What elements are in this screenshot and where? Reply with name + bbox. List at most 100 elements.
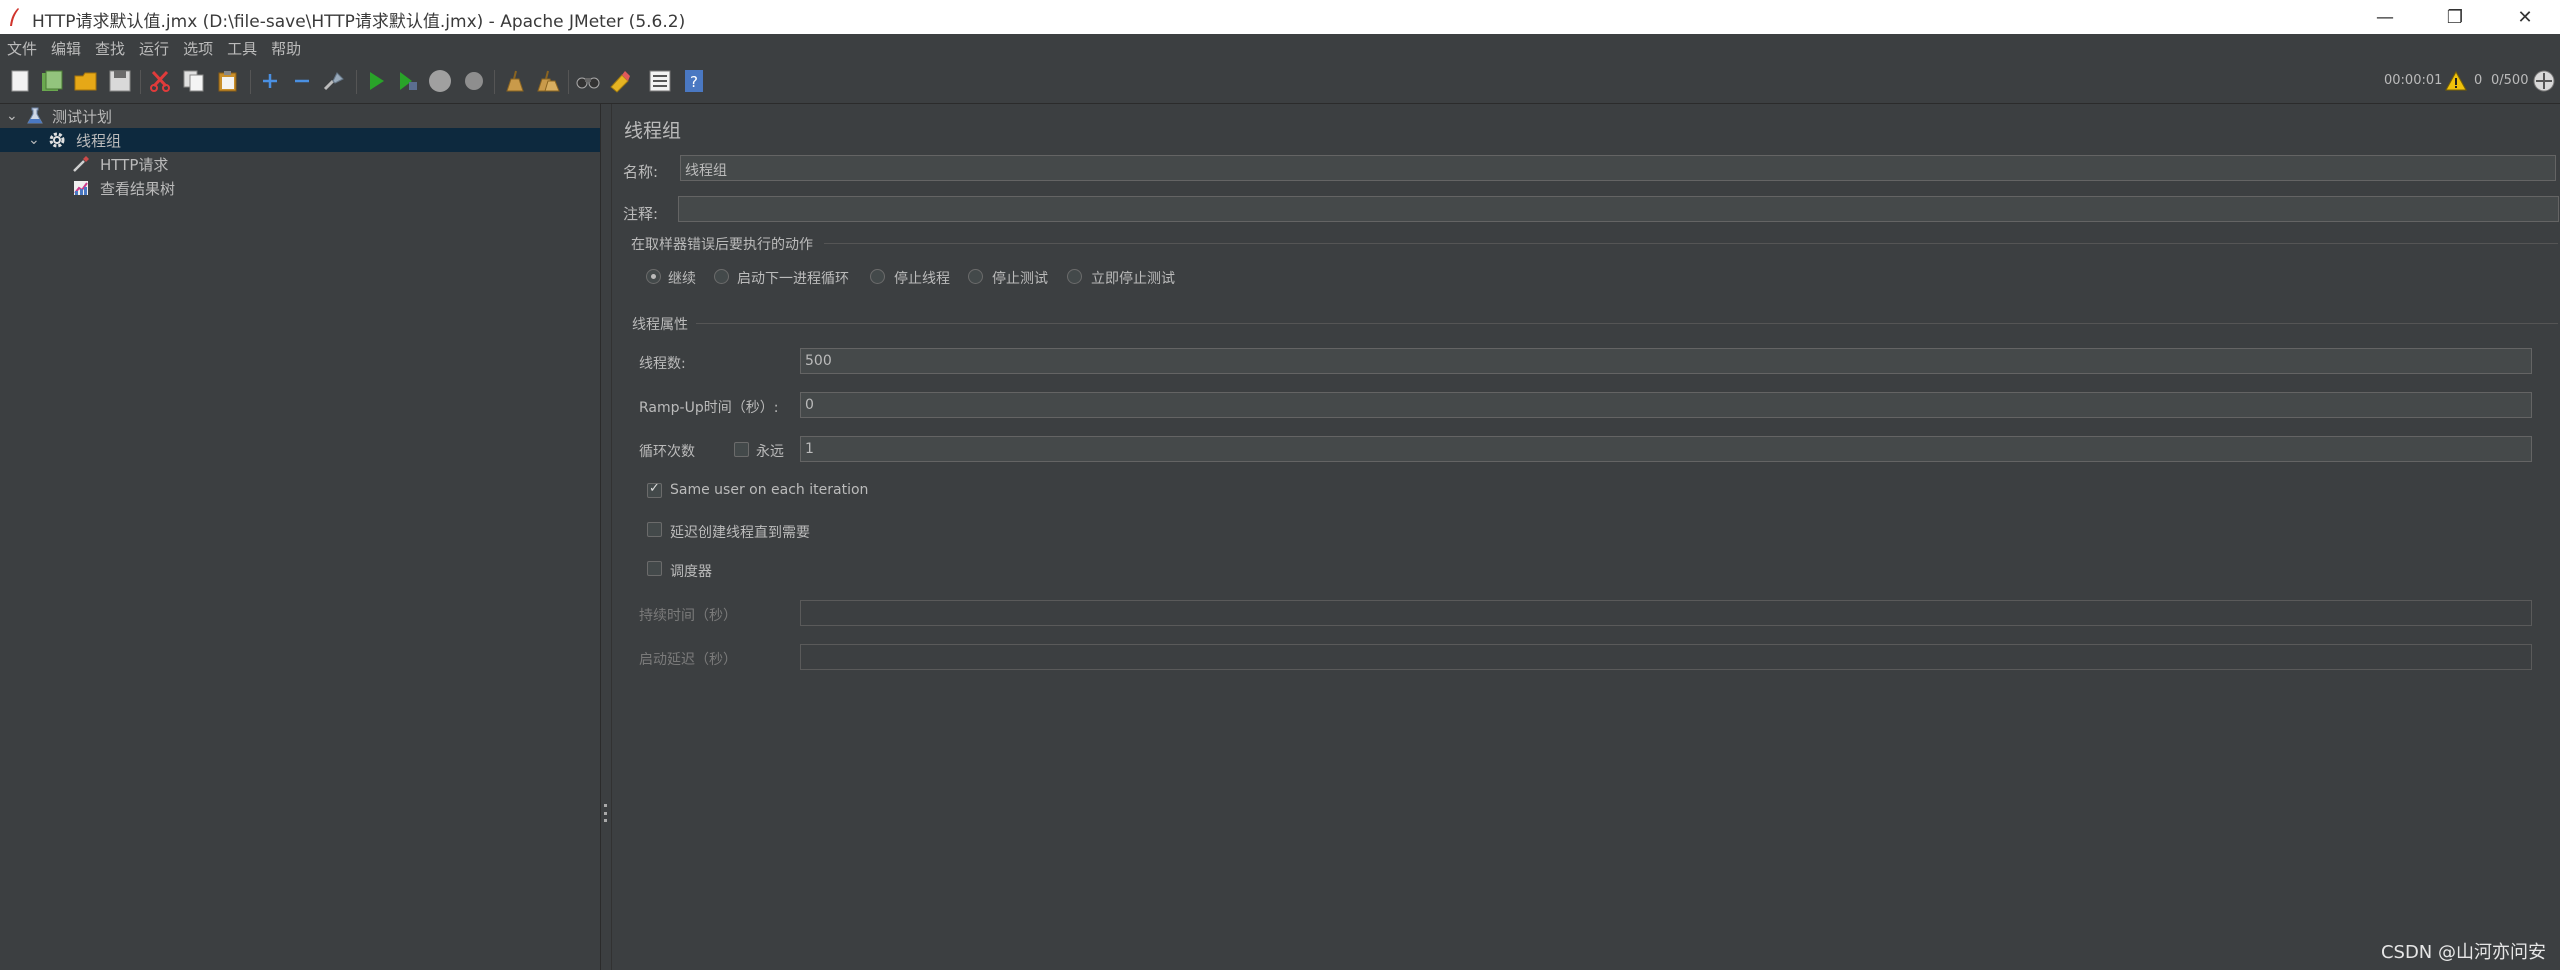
shutdown-icon — [465, 72, 483, 90]
panel-title: 线程组 — [624, 120, 682, 142]
panel-splitter[interactable] — [601, 104, 612, 970]
tree-item-label: 测试计划 — [52, 107, 113, 126]
radio-stop-test-now-label: 立即停止测试 — [1091, 271, 1175, 287]
active-threads: 0/500 — [2491, 73, 2529, 88]
warning-icon[interactable] — [2445, 71, 2467, 91]
remote-globe-icon[interactable] — [2533, 70, 2555, 92]
radio-continue[interactable] — [646, 269, 661, 284]
same-user-checkbox[interactable] — [647, 481, 662, 498]
radio-continue-label: 继续 — [668, 271, 696, 287]
clear-all-button[interactable] — [534, 67, 562, 95]
name-label: 名称: — [623, 163, 659, 181]
clear-button[interactable] — [500, 67, 528, 95]
flask-icon — [27, 107, 43, 124]
paste-icon — [218, 71, 237, 92]
stop-icon — [429, 70, 451, 92]
toolbar-separator — [250, 70, 251, 94]
tree-item-http-request[interactable]: HTTP请求 — [0, 152, 600, 176]
toolbar-separator — [356, 70, 357, 94]
collapse-all-button[interactable] — [288, 67, 316, 95]
reset-search-button[interactable] — [606, 67, 634, 95]
rampup-field[interactable]: 0 — [800, 392, 2532, 418]
help-button[interactable]: ? — [680, 67, 708, 95]
group-divider — [696, 323, 2558, 324]
play-icon — [370, 72, 384, 90]
reset-search-icon — [610, 71, 630, 93]
plus-icon — [263, 74, 277, 88]
menu-file[interactable]: 文件 — [0, 38, 44, 59]
group-divider — [824, 243, 2558, 244]
broom-all-icon — [537, 70, 560, 92]
new-button[interactable] — [6, 67, 34, 95]
templates-icon — [42, 70, 63, 91]
open-button[interactable] — [72, 67, 100, 95]
scheduler-checkbox[interactable] — [647, 561, 662, 576]
shutdown-button[interactable] — [460, 67, 488, 95]
save-button[interactable] — [106, 67, 134, 95]
tree-item-test-plan[interactable]: ⌄ 测试计划 — [0, 104, 600, 128]
forever-checkbox[interactable] — [734, 442, 749, 457]
close-icon: ✕ — [2517, 6, 2533, 28]
chevron-down-icon[interactable]: ⌄ — [6, 108, 18, 124]
error-count: 0 — [2474, 73, 2483, 88]
name-field[interactable]: 线程组 — [680, 155, 2556, 181]
title-bar: HTTP请求默认值.jmx (D:\file-save\HTTP请求默认值.jm… — [0, 0, 2560, 34]
startup-delay-field[interactable] — [800, 644, 2532, 670]
save-icon — [109, 70, 131, 92]
tree-item-results-tree[interactable]: 查看结果树 — [0, 176, 600, 200]
tree-item-label: 查看结果树 — [100, 179, 176, 198]
radio-stop-test-now[interactable] — [1067, 269, 1082, 284]
start-button[interactable] — [362, 67, 390, 95]
menu-run[interactable]: 运行 — [132, 38, 176, 59]
help-icon: ? — [685, 70, 703, 92]
toolbar-separator — [494, 70, 495, 94]
toggle-button[interactable] — [320, 67, 348, 95]
tree-item-thread-group[interactable]: ⌄ 线程组 — [0, 128, 600, 152]
error-action-title: 在取样器错误后要执行的动作 — [631, 237, 813, 253]
close-button[interactable]: ✕ — [2490, 0, 2560, 34]
minus-icon — [295, 79, 309, 83]
toggle-icon — [323, 72, 344, 91]
delay-thread-creation-label: 延迟创建线程直到需要 — [670, 525, 810, 541]
stop-button[interactable] — [426, 67, 454, 95]
loop-count-field[interactable]: 1 — [800, 436, 2532, 462]
chart-icon — [74, 181, 88, 195]
comment-field[interactable] — [678, 196, 2559, 222]
menu-search[interactable]: 查找 — [88, 38, 132, 59]
copy-button[interactable] — [180, 67, 208, 95]
duration-field[interactable] — [800, 600, 2532, 626]
threads-field[interactable]: 500 — [800, 348, 2532, 374]
scheduler-label: 调度器 — [670, 564, 712, 580]
delay-thread-creation-checkbox[interactable] — [647, 522, 662, 537]
same-user-label: Same user on each iteration — [670, 482, 869, 498]
broom-icon — [506, 70, 524, 92]
chevron-down-icon[interactable]: ⌄ — [28, 132, 40, 148]
radio-start-next-loop[interactable] — [714, 269, 729, 284]
paste-button[interactable] — [214, 67, 242, 95]
minimize-button[interactable]: — — [2350, 0, 2420, 34]
scissors-icon — [150, 70, 170, 92]
radio-stop-test-label: 停止测试 — [992, 271, 1048, 287]
function-helper-button[interactable] — [646, 67, 674, 95]
radio-stop-thread[interactable] — [870, 269, 885, 284]
svg-text:?: ? — [690, 73, 698, 91]
menu-help[interactable]: 帮助 — [264, 38, 308, 59]
restore-button[interactable]: ❐ — [2420, 0, 2490, 34]
menu-tools[interactable]: 工具 — [220, 38, 264, 59]
menu-options[interactable]: 选项 — [176, 38, 220, 59]
expand-all-button[interactable] — [256, 67, 284, 95]
gear-icon — [49, 132, 65, 148]
new-file-icon — [11, 70, 29, 92]
menu-edit[interactable]: 编辑 — [44, 38, 88, 59]
toolbar-separator — [568, 70, 569, 94]
radio-stop-test[interactable] — [968, 269, 983, 284]
splitter-grip[interactable] — [604, 804, 608, 822]
toolbar-separator — [140, 70, 141, 94]
test-plan-tree: ⌄ 测试计划 ⌄ 线程组 HTTP请求 查看结果树 — [0, 104, 601, 970]
start-no-pauses-button[interactable] — [394, 67, 422, 95]
minimize-icon: — — [2376, 6, 2394, 28]
loop-label: 循环次数 — [639, 444, 695, 460]
search-button[interactable] — [574, 67, 602, 95]
cut-button[interactable] — [146, 67, 174, 95]
templates-button[interactable] — [38, 67, 66, 95]
